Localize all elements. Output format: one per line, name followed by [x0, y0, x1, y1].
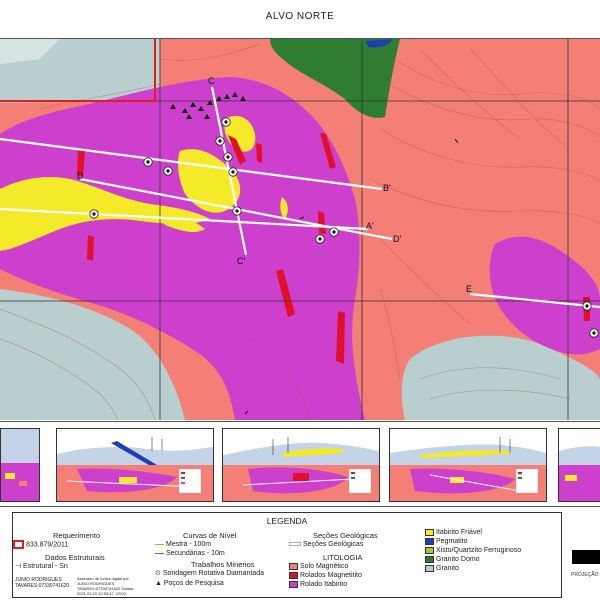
requerimento-swatch [13, 540, 24, 549]
legend-curvas-title: Curvas de Nível [183, 531, 237, 540]
legend-dados: Dados Estruturais [45, 553, 105, 562]
legend-pegmatito: Pegmatito [425, 537, 468, 546]
geologic-map[interactable]: C C' D D' B' A' E [0, 39, 600, 420]
map-title: ALVO NORTE [265, 11, 335, 22]
legend-requerimento-item: 833.879/2011 [13, 540, 68, 549]
magnetitito-2 [87, 235, 94, 261]
section-label-c: C [208, 76, 215, 86]
legend-dados-item: ⊣ Estrutural - Sn [15, 563, 68, 570]
section-label-b-prime: B' [383, 183, 391, 193]
legend-panel: LEGENDA Requerimento 833.879/2011 Dados … [12, 512, 562, 598]
legend-trabalhos-sondagem: ⊙ Sondagem Rotativa Diamantada [155, 570, 264, 577]
legend-secoes-item: Seções Geológicas [289, 540, 363, 549]
legend-curvas-mestra: Mestra - 100m [155, 540, 211, 549]
title-block-bar [572, 550, 600, 564]
pegmatito-swatch [425, 537, 434, 545]
legend-rolados-magnetitito: Rolados Magnetitito [289, 571, 362, 580]
section-thumbnail-5[interactable] [558, 428, 600, 502]
legend-granito: Granito [425, 564, 459, 573]
mestra-line-icon [155, 543, 164, 545]
section-thumbnail-2[interactable] [56, 428, 214, 502]
legend-granito-domo: Granito Domo [425, 555, 480, 564]
section-label-a-prime: A' [366, 221, 374, 231]
legend-rolado-itabirito: Rolado Itabirito [289, 580, 347, 589]
secundaria-line-icon [155, 552, 164, 554]
legend-requerimento-title: Requerimento [53, 531, 101, 540]
legend-trabalhos: Trabalhos Minerios [191, 560, 255, 569]
section-label-e: E [466, 284, 472, 294]
legend-secoes-title: Seções Geológicas [313, 531, 378, 540]
legend-litologia-title: LITOLOGIA [323, 553, 363, 562]
granito-swatch [425, 564, 434, 572]
legend-curvas-secundarias: Secundárias - 10m [155, 549, 225, 558]
xisto-swatch [425, 546, 434, 554]
itabirito-friavel-swatch [425, 528, 434, 536]
section-thumbnail-1[interactable] [0, 428, 40, 502]
section-thumbnail-4[interactable] [389, 428, 547, 502]
solo-magnetico-swatch [289, 562, 298, 570]
granito-domo-swatch [425, 555, 434, 563]
section-thumbnails [0, 421, 600, 507]
projection-label: PROJEÇÃO [571, 572, 599, 578]
legend-dados-title: Dados Estruturais [45, 553, 105, 562]
section-thumbnail-3[interactable] [222, 428, 380, 502]
legend-solo-magnetico: Solo Magnético [289, 562, 348, 571]
section-label-d: D [77, 171, 84, 181]
legend-requerimento: Requerimento [53, 531, 100, 540]
legend-xisto: Xisto/Quartzito Ferruginoso [425, 546, 521, 555]
section-label-d-prime: D' [393, 234, 401, 244]
section-label-c-prime: C' [237, 256, 245, 266]
structural-icon: ⊣ [15, 563, 24, 570]
section-line-icon [289, 542, 301, 547]
pit-triangle-icon: ▲ [155, 580, 164, 587]
rolados-magnetitito-swatch [289, 571, 298, 579]
legend-trabalhos-title: Trabalhos Minerios [191, 560, 255, 569]
legend-secoes: Seções Geológicas [313, 531, 378, 540]
drill-hole-icon: ⊙ [155, 570, 163, 577]
legend-heading: LEGENDA [266, 516, 308, 526]
title-bar: ALVO NORTE [0, 0, 600, 39]
legend-itabirito-friavel: Itabirito Friável [425, 528, 482, 537]
legend-curvas: Curvas de Nível [183, 531, 236, 540]
legend-signature: Assinado de forma digital por JUNIO RODR… [77, 576, 135, 596]
rolado-itabirito-swatch [289, 580, 298, 588]
legend-trabalhos-pocos: ▲ Poços de Pesquisa [155, 580, 224, 587]
legend-author: JUNIO RODRIGUES TAVARES:07330741620 [15, 577, 70, 589]
legend-litologia: LITOLOGIA [323, 553, 362, 562]
